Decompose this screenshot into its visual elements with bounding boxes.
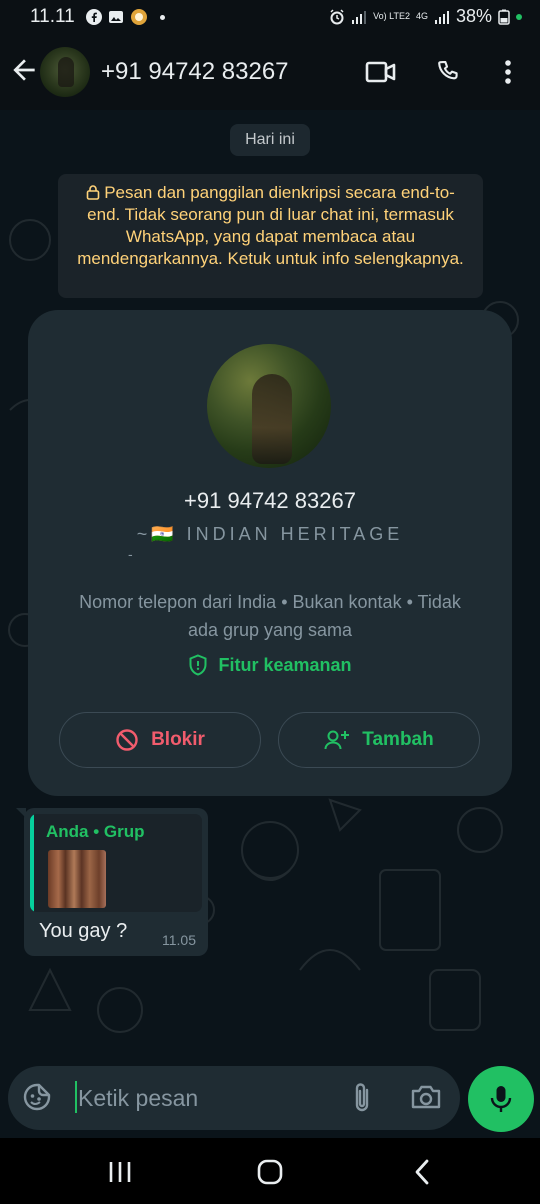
incoming-message[interactable]: Anda • Grup You gay ? 11.05	[16, 808, 208, 956]
quote-author: Anda • Grup	[46, 822, 145, 841]
add-contact-button[interactable]: Tambah	[278, 712, 480, 768]
more-vert-icon[interactable]	[490, 54, 526, 90]
message-composer	[0, 1066, 540, 1138]
block-button[interactable]: Blokir	[59, 712, 261, 768]
quote-accent-bar	[30, 814, 34, 912]
video-call-icon[interactable]	[362, 54, 398, 90]
facebook-icon	[86, 9, 102, 25]
network-label: 4G	[415, 11, 428, 21]
security-features-label: Fitur keamanan	[218, 654, 352, 675]
contact-info-card: +91 94742 83267 ~🇮🇳 INDIAN HERITAGE - No…	[28, 310, 512, 796]
gallery-icon	[109, 11, 123, 23]
notification-icons	[86, 8, 165, 26]
card-about-dash: -	[128, 546, 133, 562]
text-caret	[75, 1081, 77, 1113]
charging-dot	[516, 13, 522, 20]
battery-icon	[498, 9, 510, 25]
card-about-text: ~🇮🇳 INDIAN HERITAGE	[136, 524, 404, 544]
message-time: 11.05	[162, 932, 196, 948]
more-notifications-dot	[160, 14, 165, 20]
camera-icon[interactable]	[410, 1082, 442, 1117]
card-info-text: Nomor telepon dari India • Bukan kontak …	[79, 592, 461, 640]
security-features-link[interactable]: Fitur keamanan	[28, 654, 512, 676]
signal-icon-2	[434, 10, 449, 24]
sticker-icon[interactable]	[22, 1082, 52, 1117]
encryption-notice-text: Pesan dan panggilan dienkripsi secara en…	[77, 183, 464, 268]
mic-icon	[490, 1086, 512, 1112]
shield-icon	[189, 654, 207, 676]
add-contact-label: Tambah	[362, 729, 434, 750]
mic-button[interactable]	[468, 1066, 534, 1132]
status-time: 11.11	[30, 6, 75, 27]
status-bar: 11.11 Vo) LTE2 4G 38%	[0, 0, 540, 34]
message-text: You gay ?	[39, 920, 128, 942]
app-notification-icon	[131, 9, 147, 25]
chat-header: +91 94742 83267	[0, 34, 540, 110]
add-person-icon	[324, 730, 350, 750]
system-nav-bar	[0, 1138, 540, 1204]
quote-image-thumbnail	[48, 850, 106, 908]
attach-icon[interactable]	[350, 1082, 374, 1119]
chat-area[interactable]: Hari ini Pesan dan panggilan dienkripsi …	[0, 110, 540, 1066]
card-phone-number: +91 94742 83267	[184, 488, 356, 513]
system-icons: Vo) LTE2 4G 38%	[329, 6, 522, 27]
contact-avatar[interactable]	[40, 47, 90, 97]
lte-label: Vo) LTE2	[373, 11, 410, 21]
back-arrow-icon[interactable]	[8, 54, 40, 86]
phone-icon[interactable]	[431, 54, 467, 90]
alarm-icon	[330, 8, 344, 24]
lock-icon	[86, 185, 100, 200]
block-icon	[116, 729, 138, 751]
block-label: Blokir	[151, 729, 205, 750]
recent-apps-icon[interactable]	[100, 1156, 140, 1188]
contact-avatar-large[interactable]	[207, 344, 331, 468]
message-input[interactable]	[78, 1078, 338, 1118]
signal-icon	[352, 10, 367, 24]
home-icon[interactable]	[250, 1156, 290, 1188]
date-divider: Hari ini	[230, 124, 310, 156]
quoted-message[interactable]: Anda • Grup	[30, 814, 202, 912]
contact-title[interactable]: +91 94742 83267	[101, 58, 289, 86]
encryption-notice[interactable]: Pesan dan panggilan dienkripsi secara en…	[58, 174, 483, 298]
message-input-container[interactable]	[8, 1066, 460, 1130]
back-nav-icon[interactable]	[402, 1156, 442, 1188]
battery-percent: 38%	[455, 6, 492, 26]
